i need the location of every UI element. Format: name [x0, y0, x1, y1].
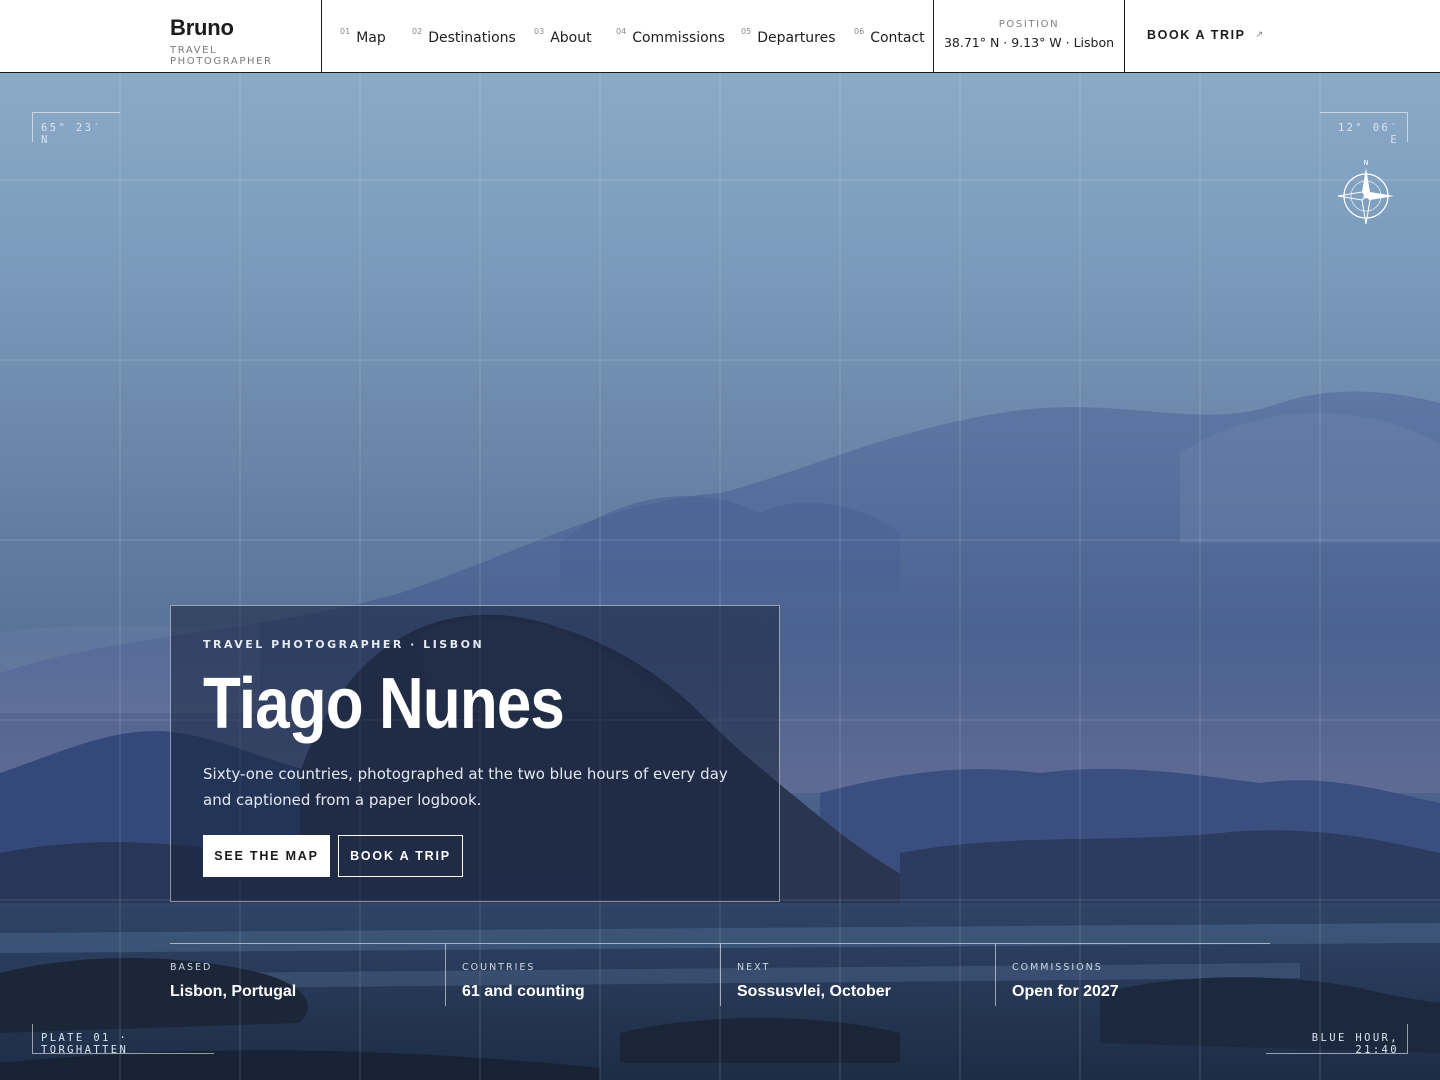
nav-label[interactable]: Commissions — [632, 30, 725, 46]
site-header: Bruno TRAVEL PHOTOGRAPHER 01 Map 02 Dest… — [0, 0, 1440, 73]
fact-label: NEXT — [737, 962, 771, 973]
fact-commissions: COMMISSIONS Open for 2027 — [1012, 944, 1270, 1006]
header-divider — [321, 0, 322, 72]
fact-label: COUNTRIES — [462, 962, 536, 973]
fact-divider — [720, 944, 721, 1006]
fact-label: COMMISSIONS — [1012, 962, 1103, 973]
corner-longitude: 12° 06′ E — [1320, 112, 1408, 146]
fact-countries: COUNTRIES 61 and counting — [462, 944, 720, 1006]
position-label: POSITION — [998, 19, 1060, 30]
fact-label: BASED — [170, 962, 213, 973]
header-divider — [1124, 0, 1125, 72]
nav-number: 02 — [412, 27, 423, 36]
brand[interactable]: Bruno TRAVEL PHOTOGRAPHER — [170, 16, 322, 68]
fact-value: Open for 2027 — [1012, 983, 1119, 1000]
fact-value: 61 and counting — [462, 983, 585, 1000]
fact-next: NEXT Sossusvlei, October — [737, 944, 995, 1006]
intro-card: TRAVEL PHOTOGRAPHER · LISBON Tiago Nunes… — [170, 605, 780, 902]
brand-name[interactable]: Bruno — [170, 16, 322, 40]
nav-label[interactable]: Destinations — [428, 30, 516, 46]
hero-lede: Sixty-one countries, photographed at the… — [203, 765, 728, 809]
corner-latitude: 65° 23′ N — [32, 112, 120, 146]
nav-number: 03 — [534, 27, 545, 36]
facts-strip: BASED Lisbon, Portugal COUNTRIES 61 and … — [170, 943, 1270, 1006]
nav-item-map[interactable]: 01 Map — [340, 27, 386, 46]
nav-number: 01 — [340, 27, 351, 36]
fact-value: Lisbon, Portugal — [170, 983, 297, 1000]
book-trip-label[interactable]: BOOK A TRIP — [1147, 28, 1246, 42]
brand-tagline: TRAVEL PHOTOGRAPHER — [170, 45, 273, 67]
fact-divider — [445, 944, 446, 1006]
nav-item-destinations[interactable]: 02 Destinations — [412, 27, 516, 46]
hero-section — [0, 73, 1440, 1080]
nav-number: 04 — [616, 27, 627, 36]
hero-landscape-photo — [0, 391, 1440, 1080]
book-a-trip-button[interactable]: BOOK A TRIP — [338, 835, 463, 877]
hero-actions: SEE THE MAP BOOK A TRIP — [203, 835, 747, 877]
fact-divider — [995, 944, 996, 1006]
header-book-trip-link[interactable]: BOOK A TRIP ↗ — [1147, 28, 1263, 42]
nav-item-commissions[interactable]: 04 Commissions — [616, 27, 725, 46]
nav-number: 06 — [854, 27, 865, 36]
nav-label[interactable]: Map — [356, 30, 386, 46]
position-value: 38.71° N · 9.13° W · Lisbon — [943, 35, 1115, 50]
nav-label[interactable]: About — [550, 30, 591, 46]
nav-label[interactable]: Contact — [870, 30, 924, 46]
compass-north-label: N — [1363, 159, 1368, 167]
arrow-up-right-icon: ↗ — [1255, 30, 1264, 40]
nav-item-contact[interactable]: 06 Contact — [854, 27, 925, 46]
nav-item-departures[interactable]: 05 Departures — [741, 27, 836, 46]
see-the-map-button[interactable]: SEE THE MAP — [203, 835, 330, 877]
hero-eyebrow: TRAVEL PHOTOGRAPHER · LISBON — [203, 638, 485, 651]
corner-plate-caption: PLATE 01 · TORGHATTEN — [32, 1024, 214, 1056]
nav-label[interactable]: Departures — [757, 30, 835, 46]
nav-number: 05 — [741, 27, 752, 36]
position-readout: POSITION 38.71° N · 9.13° W · Lisbon — [934, 19, 1124, 50]
fact-based: BASED Lisbon, Portugal — [170, 944, 445, 1006]
fact-value: Sossusvlei, October — [737, 983, 891, 1000]
compass-rose-icon: N — [1337, 159, 1394, 225]
nav-item-about[interactable]: 03 About — [534, 27, 592, 46]
corner-time-caption: BLUE HOUR, 21:40 — [1266, 1024, 1408, 1056]
hero-title: Tiago Nunes — [203, 664, 565, 744]
